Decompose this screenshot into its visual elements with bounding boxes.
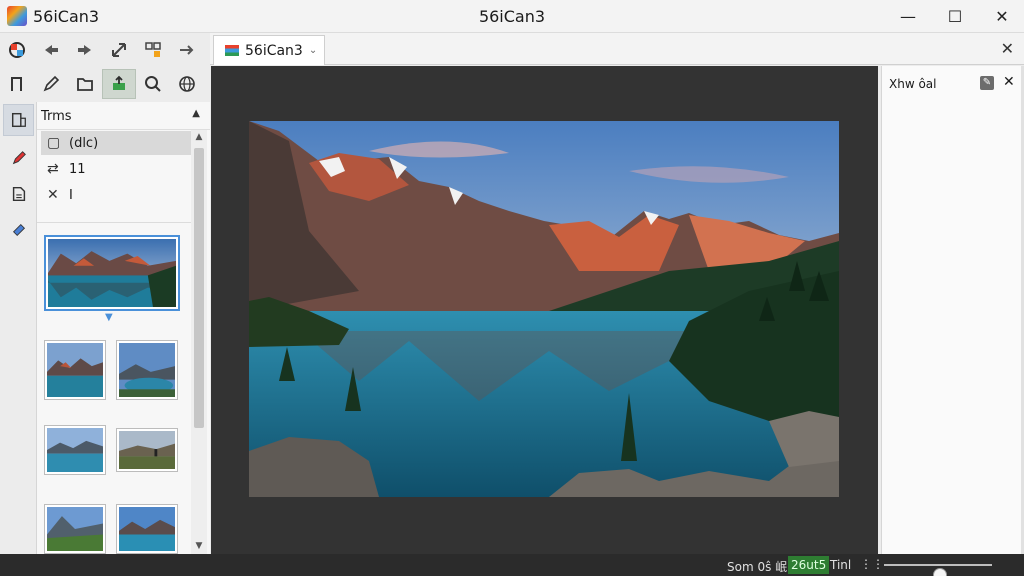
close-panel-button[interactable]: ✕ [1003,74,1015,90]
side-panel: Trms ▲ ▢ (dlc) ⇄ 11 ✕ I ▼ ▲ ▼ [37,102,210,554]
globe-icon[interactable] [170,69,204,99]
pen-icon[interactable] [34,69,68,99]
back-icon[interactable] [34,35,68,65]
thumbnail[interactable] [116,504,178,554]
status-bar: Som 0ŝ 岷 26ut5 Tinl ⋮⋮ [0,554,1024,576]
title-bar: 56iCan3 56iCan3 — ☐ ✕ [0,0,1024,33]
thumbnail-image [119,431,175,469]
grid-select-icon[interactable] [136,35,170,65]
zoom-slider-knob[interactable] [933,568,948,576]
thumbnail-image [119,343,175,397]
status-tail: Tinl [830,558,852,572]
zoom-slider[interactable] [884,564,992,576]
swap-icon: ⇄ [47,161,59,177]
grid-icon[interactable]: ⋮⋮ [860,557,884,571]
panel-header: Trms ▲ [37,102,210,130]
next-icon[interactable] [170,35,204,65]
frame-icon: ▢ [47,135,61,151]
export-icon[interactable] [102,69,136,99]
close-tab-button[interactable]: ✕ [1001,39,1014,58]
right-panel: Xhw ôal ✎ ✕ [881,66,1024,554]
pencil-icon[interactable] [3,142,34,174]
cross-tools-icon: ✕ [47,187,59,203]
scroll-thumb[interactable] [194,148,204,428]
forward-icon[interactable] [68,35,102,65]
list-item[interactable]: ▢ (dlc) [41,131,191,155]
list-item-label: 11 [69,161,86,177]
tab-strip: 56iCan3 ⌄ ✕ [210,33,1024,65]
divider [37,222,192,223]
right-panel-title: Xhw ôal [889,77,937,91]
thumbnail[interactable] [44,425,106,475]
side-rail [0,102,37,554]
panel-title: Trms [41,109,72,124]
status-text: Som 0ŝ 岷 [727,560,788,574]
thumbnail-image [47,343,103,397]
thumbnail[interactable] [116,428,178,472]
tab-document[interactable]: 56iCan3 ⌄ [213,35,325,65]
thumbnail[interactable] [44,340,106,400]
thumbnail-image [47,428,103,472]
collapse-icon[interactable]: ▲ [192,108,200,119]
list-item[interactable]: ✕ I [41,183,191,207]
edit-icon[interactable]: ✎ [980,76,994,90]
chevron-down-icon[interactable]: ⌄ [309,45,317,56]
thumbnail-marker-icon: ▼ [105,312,113,323]
app-window: 56iCan3 56iCan3 — ☐ ✕ 56iCan3 ⌄ ✕ Trms ▲… [0,0,1024,576]
thumbnail-image [47,507,103,551]
window-title: 56iCan3 [478,7,546,26]
transform-icon[interactable] [102,35,136,65]
toolbar-row-1 [0,33,204,67]
document-icon [225,45,239,56]
bookmark-icon[interactable] [0,69,34,99]
scroll-up-icon[interactable]: ▲ [191,132,207,142]
toolbar-row-2 [0,67,204,101]
status-badge: 26ut5 [788,556,830,574]
list-item[interactable]: ⇄ 11 [41,157,191,181]
file-icon[interactable] [3,178,34,210]
maximize-button[interactable]: ☐ [932,0,978,33]
thumbnail-image [48,239,176,307]
search-icon[interactable] [136,69,170,99]
panel-scrollbar[interactable]: ▲ ▼ [191,130,207,554]
main-photo [249,121,839,497]
minimize-button[interactable]: — [885,0,931,33]
tag-icon[interactable] [3,214,34,246]
thumbnail-selected[interactable] [44,235,180,311]
thumbnail[interactable] [44,504,106,554]
close-window-button[interactable]: ✕ [979,0,1024,33]
scroll-down-icon[interactable]: ▼ [191,541,207,551]
document-icon[interactable] [3,104,34,136]
thumbnail[interactable] [116,340,178,400]
list-item-label: (dlc) [69,135,99,151]
refresh-icon[interactable] [0,35,34,65]
folder-icon[interactable] [68,69,102,99]
thumbnail-image [119,507,175,551]
image-canvas[interactable] [211,66,878,554]
list-item-label: I [69,187,73,203]
tab-label: 56iCan3 [245,42,303,59]
